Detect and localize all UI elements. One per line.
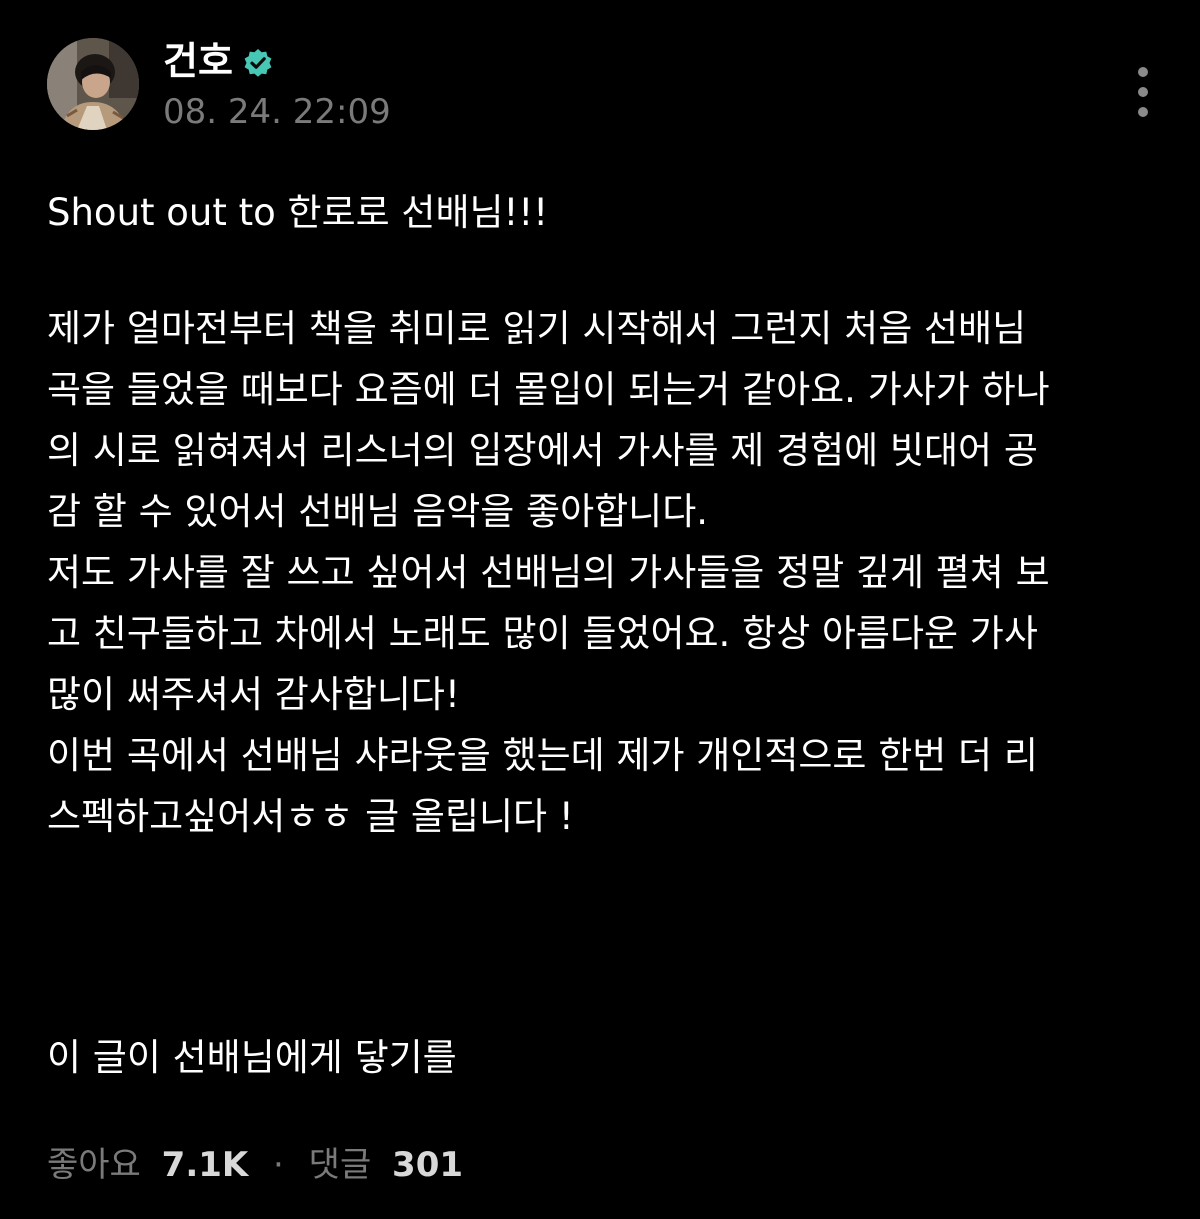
post-header: 건호 08. 24. 22:09 bbox=[47, 38, 1157, 134]
verified-badge-icon bbox=[244, 49, 272, 77]
body-line: 스펙하고싶어서ㅎㅎ 글 올립니다 ! bbox=[47, 795, 574, 838]
author-name[interactable]: 건호 bbox=[163, 38, 233, 84]
body-line: 의 시로 읽혀져서 리스너의 입장에서 가사를 제 경험에 빗대어 공 bbox=[47, 429, 1038, 472]
likes-label[interactable]: 좋아요 bbox=[47, 1140, 141, 1190]
body-line: 저도 가사를 잘 쓰고 싶어서 선배님의 가사들을 정말 깊게 펼쳐 보 bbox=[47, 551, 1050, 594]
body-line: 많이 써주셔서 감사합니다! bbox=[47, 673, 460, 716]
post-title-line: Shout out to 한로로 선배님!!! bbox=[47, 191, 549, 234]
body-line: 고 친구들하고 차에서 노래도 많이 들었어요. 항상 아름다운 가사 bbox=[47, 612, 1038, 655]
avatar[interactable] bbox=[47, 38, 139, 130]
post-closing-line: 이 글이 선배님에게 닿기를 bbox=[47, 1036, 457, 1079]
body-line: 이번 곡에서 선배님 샤라웃을 했는데 제가 개인적으로 한번 더 리 bbox=[47, 734, 1038, 777]
more-vertical-icon[interactable] bbox=[1129, 62, 1157, 122]
footer-separator: · bbox=[273, 1145, 284, 1185]
body-line: 곡을 들었을 때보다 요즘에 더 몰입이 되는거 같아요. 가사가 하나 bbox=[47, 368, 1050, 411]
post-body: 제가 얼마전부터 책을 취미로 읽기 시작해서 그런지 처음 선배님 곡을 들었… bbox=[47, 298, 1050, 847]
body-line: 제가 얼마전부터 책을 취미로 읽기 시작해서 그런지 처음 선배님 bbox=[47, 307, 1027, 350]
comments-count[interactable]: 301 bbox=[392, 1140, 463, 1190]
post-card: 건호 08. 24. 22:09 Shout out to 한로로 선배님!!!… bbox=[0, 0, 1200, 1219]
likes-count[interactable]: 7.1K bbox=[162, 1140, 249, 1190]
body-line: 감 할 수 있어서 선배님 음악을 좋아합니다. bbox=[47, 490, 709, 533]
avatar-image bbox=[47, 38, 139, 130]
post-timestamp: 08. 24. 22:09 bbox=[163, 92, 391, 132]
post-footer: 좋아요 7.1K · 댓글 301 bbox=[47, 1140, 463, 1190]
comments-label[interactable]: 댓글 bbox=[309, 1140, 372, 1190]
